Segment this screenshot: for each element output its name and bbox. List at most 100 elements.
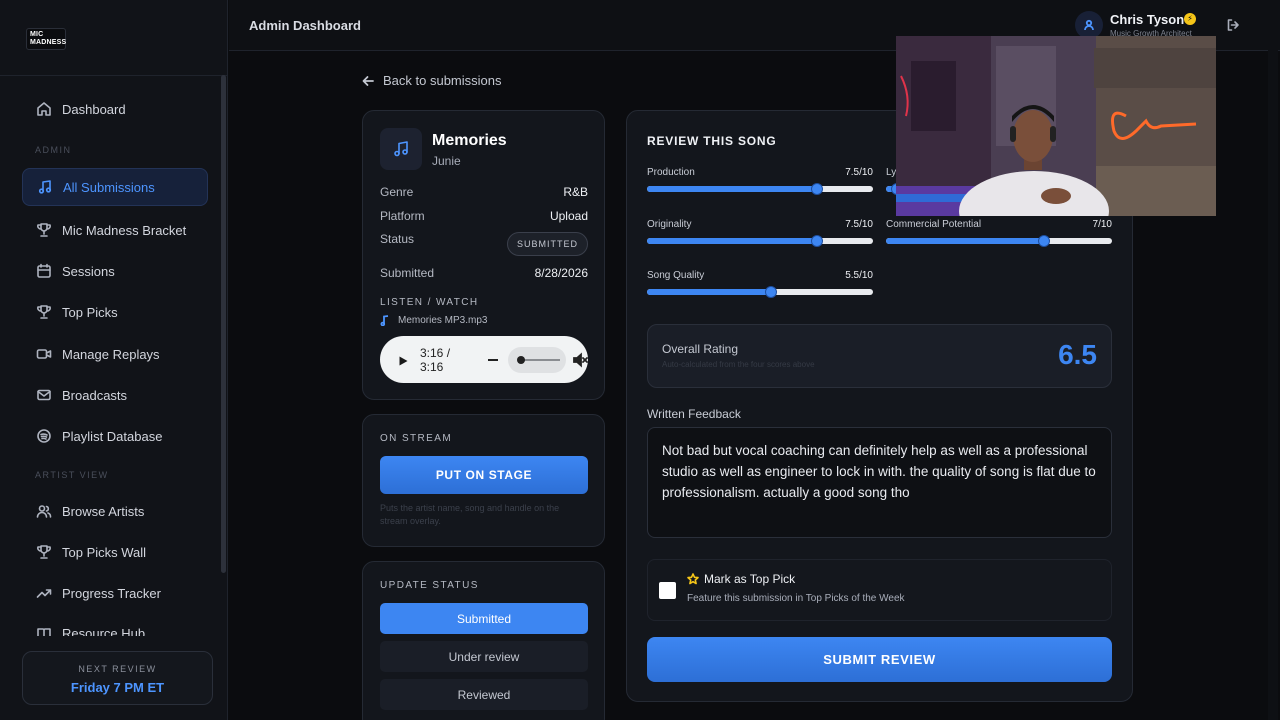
- slider-name: Production: [647, 167, 695, 178]
- sidebar-item-label: Dashboard: [62, 101, 126, 117]
- volume-slider[interactable]: [508, 346, 566, 373]
- status-label: Status: [380, 232, 415, 246]
- submitted-value: 8/28/2026: [534, 266, 588, 280]
- sidebar-item-label: Playlist Database: [62, 428, 163, 444]
- page-scrollbar[interactable]: [1268, 0, 1278, 720]
- platform-label: Platform: [380, 209, 425, 223]
- sidebar-item-broadcasts[interactable]: Broadcasts: [22, 376, 208, 414]
- trophy-icon: [37, 545, 51, 559]
- trending-up-icon: [36, 589, 52, 598]
- trophy-icon: [37, 223, 51, 237]
- genre-value: R&B: [563, 185, 588, 199]
- song-title: Memories: [432, 132, 507, 149]
- status-reviewed-button[interactable]: Reviewed: [380, 679, 588, 710]
- avatar[interactable]: [1075, 11, 1103, 39]
- verified-badge-icon: ⚡: [1184, 13, 1196, 25]
- mute-button[interactable]: [572, 352, 588, 368]
- submit-review-button[interactable]: SUBMIT REVIEW: [647, 637, 1112, 682]
- volume-muted-icon: [573, 352, 588, 367]
- song-quality-slider[interactable]: Song Quality 5.5/10: [647, 270, 873, 298]
- sidebar-item-progress-tracker[interactable]: Progress Tracker: [22, 574, 208, 612]
- next-review-card: NEXT REVIEW Friday 7 PM ET: [22, 651, 213, 705]
- top-pick-label: Mark as Top Pick: [704, 572, 796, 586]
- slider-score: 7.5/10: [845, 219, 873, 230]
- users-icon: [36, 505, 52, 518]
- book-icon: [37, 628, 51, 636]
- submitted-label: Submitted: [380, 266, 435, 280]
- slider-track[interactable]: [886, 235, 1112, 247]
- review-title: REVIEW THIS SONG: [647, 134, 777, 148]
- originality-slider[interactable]: Originality 7.5/10: [647, 219, 873, 247]
- sidebar-item-resource-hub[interactable]: Resource Hub: [22, 616, 208, 636]
- status-under-review-button[interactable]: Under review: [380, 641, 588, 672]
- commercial-potential-slider[interactable]: Commercial Potential 7/10: [886, 219, 1112, 247]
- sidebar-item-all-submissions[interactable]: All Submissions: [22, 168, 208, 206]
- mic-madness-logo[interactable]: MIC MADNESS: [26, 28, 66, 50]
- webcam-overlay: [896, 36, 1216, 216]
- put-on-stage-button[interactable]: PUT ON STAGE: [380, 456, 588, 494]
- slider-fill: [647, 289, 771, 295]
- music-note-icon: [394, 141, 408, 157]
- top-pick-checkbox[interactable]: [659, 582, 676, 599]
- genre-label: Genre: [380, 185, 414, 199]
- song-details-card: Memories Junie Genre R&B Platform Upload…: [362, 110, 605, 400]
- audio-file-link[interactable]: Memories MP3.mp3: [380, 315, 487, 326]
- sidebar-item-sessions[interactable]: Sessions: [22, 252, 208, 290]
- next-review-value: Friday 7 PM ET: [70, 680, 165, 695]
- user-icon: [1084, 19, 1094, 31]
- slider-track[interactable]: [647, 235, 873, 247]
- webcam-video-frame: [896, 36, 1216, 216]
- overall-rating-value: 6.5: [1058, 339, 1097, 370]
- sidebar-item-top-picks-wall[interactable]: Top Picks Wall: [22, 533, 208, 571]
- sidebar-item-label: Broadcasts: [62, 387, 128, 403]
- sidebar-item-top-picks[interactable]: Top Picks: [22, 293, 208, 331]
- section-artist-view-label: ARTIST VIEW: [35, 470, 109, 480]
- status-submitted-button[interactable]: Submitted: [380, 603, 588, 634]
- top-pick-title: Mark as Top Pick: [687, 572, 795, 586]
- overall-rating-label: Overall Rating: [662, 342, 739, 356]
- slider-thumb[interactable]: [765, 286, 777, 298]
- production-slider[interactable]: Production 7.5/10: [647, 167, 873, 195]
- next-review-label: NEXT REVIEW: [78, 664, 157, 674]
- written-feedback-label: Written Feedback: [647, 407, 741, 421]
- sidebar-item-dashboard[interactable]: Dashboard: [22, 90, 208, 128]
- sidebar-item-bracket[interactable]: Mic Madness Bracket: [22, 211, 208, 249]
- music-note-icon: [380, 315, 389, 326]
- slider-fill: [647, 186, 817, 192]
- platform-value: Upload: [549, 209, 588, 223]
- progress-bar[interactable]: [488, 358, 499, 361]
- trophy-icon: [37, 305, 51, 319]
- on-stream-card: ON STREAM PUT ON STAGE Puts the artist n…: [362, 414, 605, 547]
- sidebar-item-label: Top Picks Wall: [62, 544, 147, 560]
- sidebar-item-label: Top Picks: [62, 304, 118, 320]
- volume-track: [522, 358, 561, 361]
- platform-row: Platform Upload: [380, 209, 588, 223]
- slider-thumb[interactable]: [1038, 235, 1050, 247]
- sidebar-item-manage-replays[interactable]: Manage Replays: [22, 335, 208, 373]
- star-icon: [687, 573, 699, 585]
- overall-rating-panel: Overall Rating Auto-calculated from the …: [647, 324, 1112, 388]
- slider-thumb[interactable]: [811, 235, 823, 247]
- volume-knob[interactable]: [517, 355, 526, 364]
- slider-track[interactable]: [647, 286, 873, 298]
- slider-fill: [886, 238, 1044, 244]
- logo-line2: MADNESS: [30, 39, 67, 46]
- sidebar-item-browse-artists[interactable]: Browse Artists: [22, 492, 208, 530]
- back-to-submissions-link[interactable]: Back to submissions: [362, 73, 502, 88]
- slider-track[interactable]: [647, 183, 873, 195]
- logo-line1: MIC: [30, 31, 44, 38]
- status-badge: SUBMITTED: [506, 232, 588, 256]
- status-row: Status SUBMITTED: [380, 232, 588, 256]
- sidebar-scrollbar[interactable]: [221, 75, 226, 573]
- logout-button[interactable]: [1226, 18, 1240, 32]
- play-button[interactable]: [397, 354, 409, 366]
- stage-help-text: Puts the artist name, song and handle on…: [380, 503, 560, 526]
- sidebar-item-label: Manage Replays: [62, 346, 160, 362]
- sidebar: MIC MADNESS Dashboard ADMIN All Submissi…: [0, 0, 228, 720]
- slider-thumb[interactable]: [811, 183, 823, 195]
- spotify-icon: [37, 429, 51, 443]
- slider-fill: [647, 238, 817, 244]
- sidebar-item-playlist-database[interactable]: Playlist Database: [22, 417, 208, 455]
- song-artist: Junie: [432, 154, 461, 168]
- feedback-textarea[interactable]: Not bad but vocal coaching can definitel…: [647, 427, 1112, 538]
